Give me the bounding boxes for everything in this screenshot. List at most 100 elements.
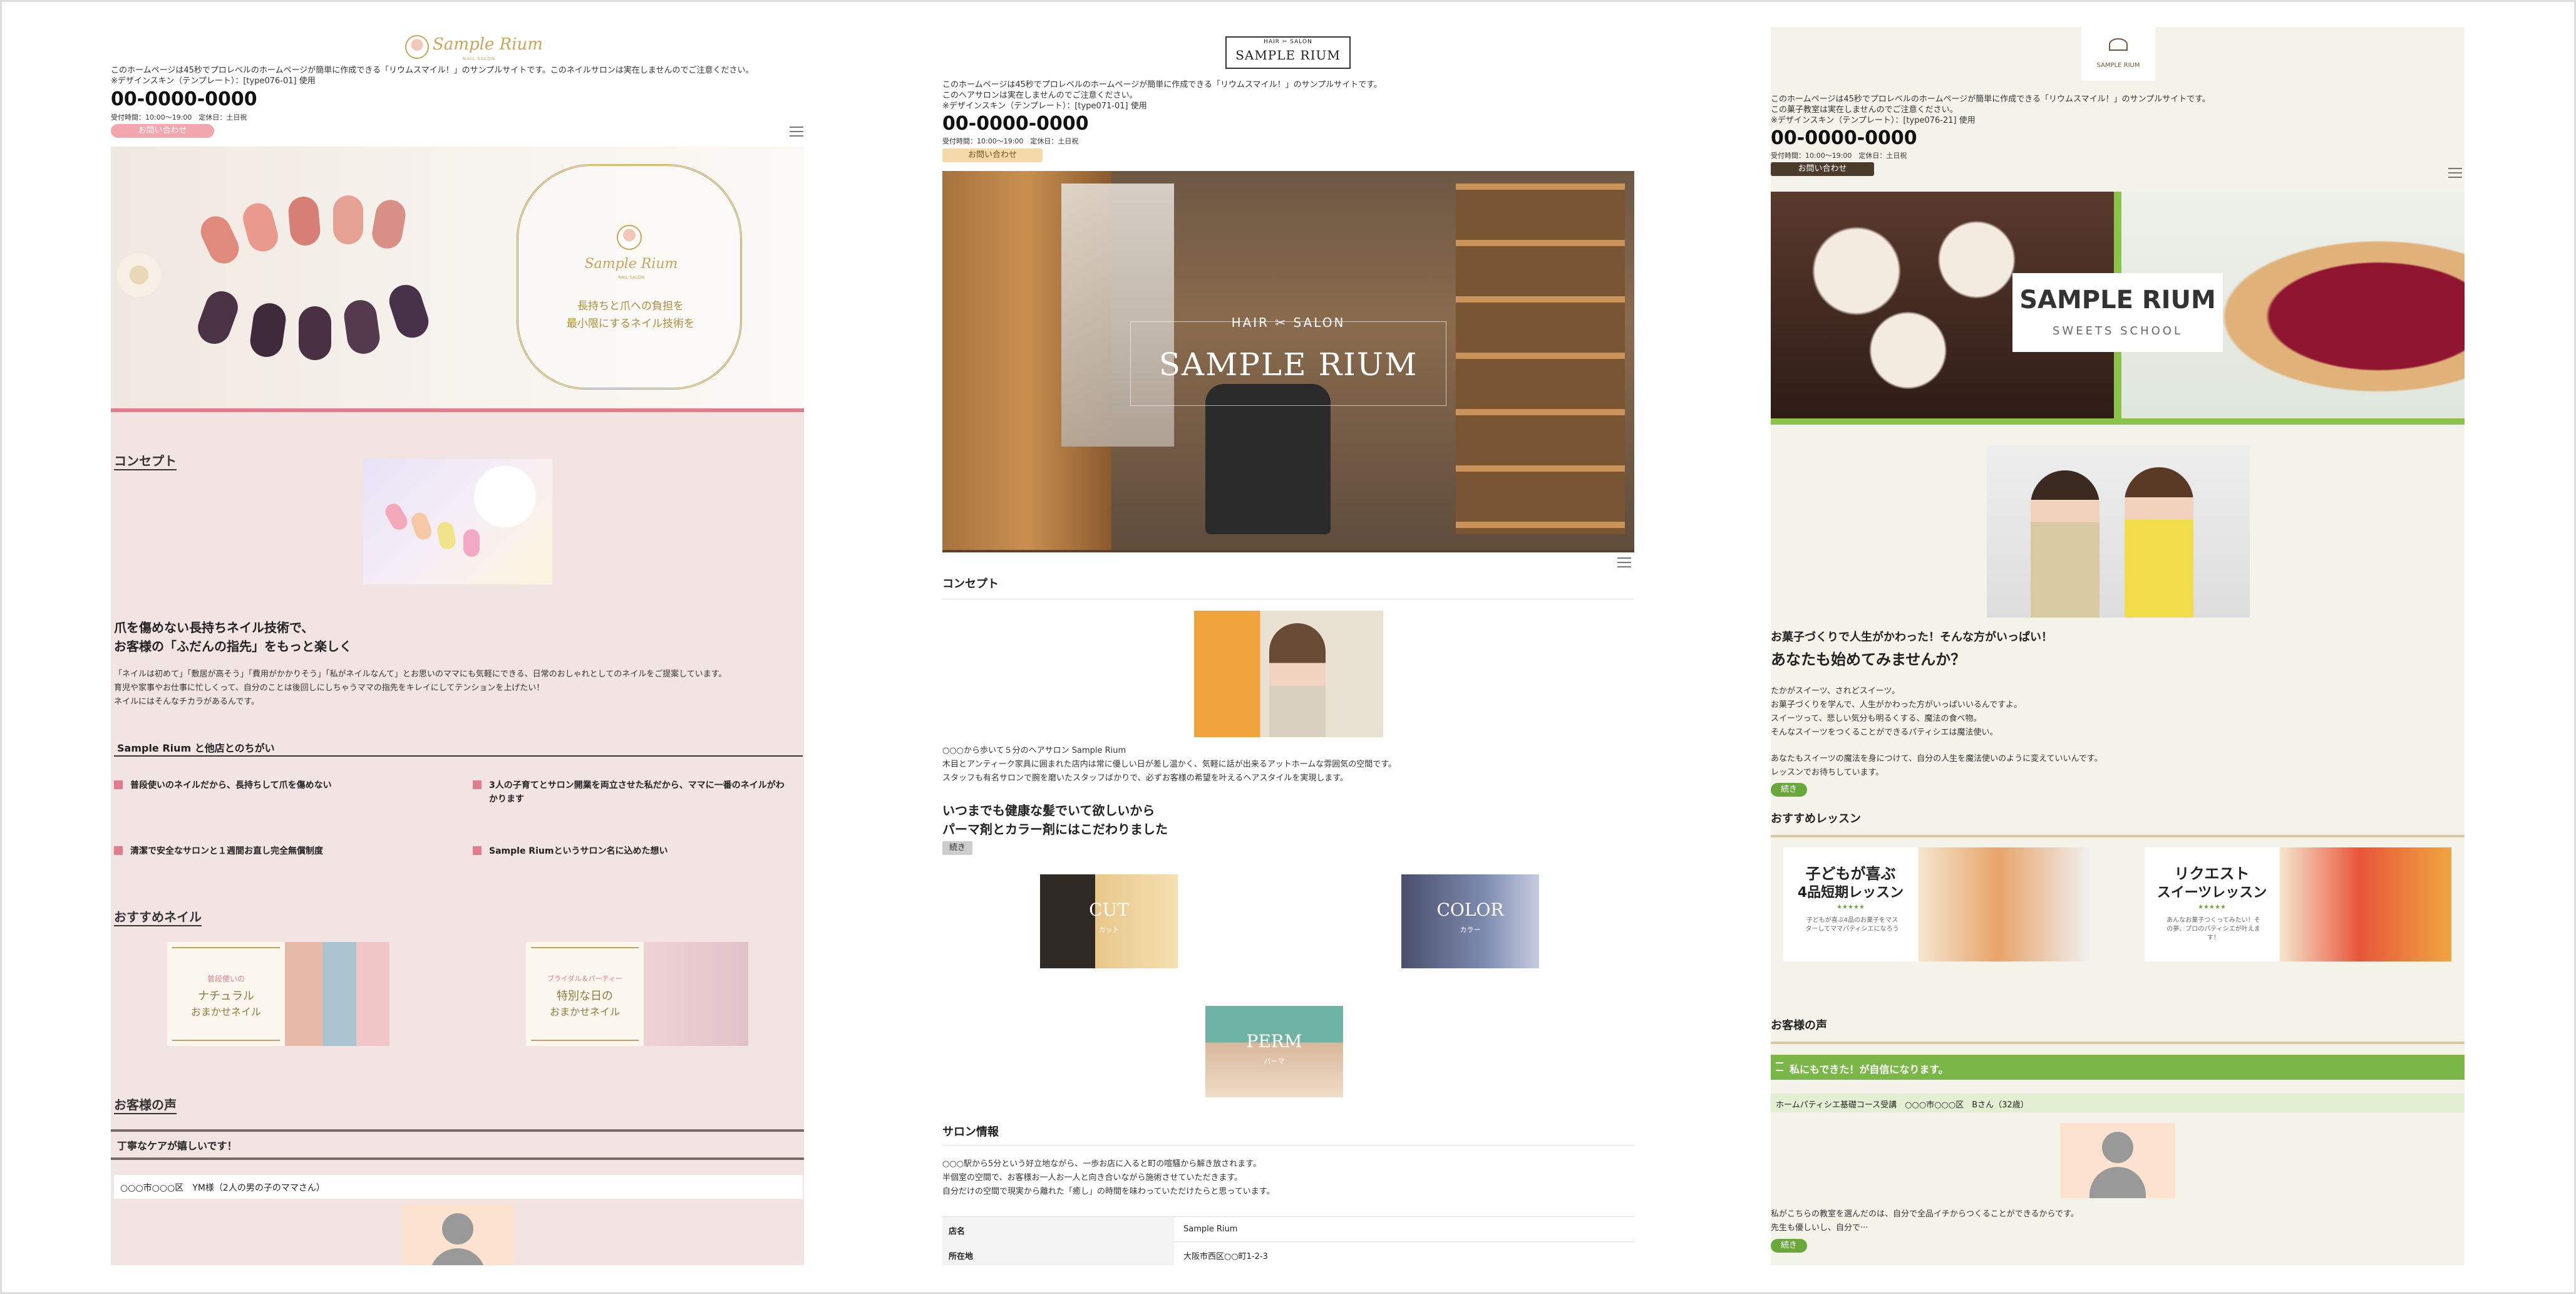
pink-bullet-icon: [473, 780, 482, 789]
table-key: 所在地: [949, 1252, 974, 1261]
shelf: [1456, 184, 1625, 534]
difference-underline: [114, 755, 803, 757]
voice-headline: 丁寧なケアが嬉しいです！: [117, 1140, 237, 1152]
recommend-heading: おすすめネイル: [114, 907, 202, 926]
intro-text-6: レッスンでお待ちしています。: [1771, 768, 1884, 777]
lesson-card-request[interactable]: リクエスト スイーツレッスン ★★★★★ あんなお菓子つくってみたい！その夢、プ…: [2145, 847, 2451, 961]
nail-tip: [248, 301, 288, 360]
voice-text-2: 先生も優しいし、自分で···: [1771, 1223, 1868, 1233]
intro-text-4: そんなスイーツをつくることができるパティシエは魔法使い。: [1771, 728, 1998, 737]
menu-card-subtitle: カラー: [1460, 926, 1481, 934]
card-label-3: おまかせネイル: [190, 1006, 261, 1018]
lesson-card-title-1: リクエスト: [2174, 865, 2250, 883]
hero-main-text: SAMPLE RIUM: [1158, 346, 1418, 383]
pink-bullet-icon: [473, 846, 482, 855]
menu-card-subtitle: パーマ: [1264, 1057, 1285, 1065]
concept-text-2: 木目とアンティーク家具に囲まれた店内は常に優しい日が差し温かく、気軽に話が出来る…: [942, 760, 1397, 769]
hero-bottom-border: [942, 550, 1634, 552]
salon-info-heading: サロン情報: [942, 1126, 999, 1139]
hero-copy-line1: 長持ちと爪への負担を: [577, 300, 684, 313]
nail-tip: [369, 197, 408, 251]
sweets-school-page: SAMPLE RIUM このホームページは45秒でプロレベルのホームページが簡単…: [1771, 27, 2465, 1265]
more-button[interactable]: 続き: [942, 841, 972, 855]
logo-text: SAMPLE RIUM: [2096, 62, 2140, 69]
hamburger-menu-icon[interactable]: [2448, 168, 2462, 178]
voice-headline-bar: 私にもできた！が自信になります。: [1771, 1055, 2465, 1080]
lesson-card-title-1: 子どもが喜ぶ: [1805, 865, 1896, 883]
concept-headline-2: お客様の「ふだんの指先」をもっと楽しく: [114, 639, 352, 654]
hero-logo-text: Sample Rium: [584, 256, 678, 272]
lesson-card-title-2: スイーツレッスン: [2156, 885, 2267, 901]
card-label-2: ナチュラル: [198, 990, 254, 1003]
lesson-rule: [1771, 835, 2465, 837]
hero-main-text: SAMPLE RIUM: [2019, 286, 2216, 314]
site-logo[interactable]: HAIR ✂ SALON SAMPLE RIUM: [1225, 36, 1351, 69]
business-hours: 受付時間：10:00〜19:00 定休日：土日祝: [942, 137, 1079, 145]
hero-image: Sample Rium NAIL SALON 長持ちと爪への負担を 最小限にする…: [111, 147, 804, 412]
voice-customer-info: ホームパティシエ基礎コース受講 ○○○市○○○区 Bさん（32歳）: [1776, 1100, 2029, 1110]
site-logo[interactable]: Sample Rium NAIL SALON: [405, 30, 543, 65]
menu-card-title: COLOR: [1436, 899, 1504, 920]
design-skin-note: ※デザインスキン（テンプレート）：[type076-01] 使用: [111, 76, 316, 86]
voice-rule-bottom: [111, 1157, 804, 1160]
rating-stars: ★★★★★: [1837, 904, 1865, 911]
hamburger-menu-icon[interactable]: [790, 127, 803, 137]
hero-bottom-bar: [1771, 418, 2465, 425]
voice-rule: [1771, 1042, 2465, 1044]
contact-button[interactable]: お問い合わせ: [1771, 162, 1874, 176]
salon-info-table: 店名 Sample Rium 所在地 大阪市西区○○町1-2-3: [942, 1216, 1634, 1265]
whisk-icon: [2109, 38, 2128, 51]
voice-heading: お客様の声: [1771, 1019, 1827, 1032]
hero-sub-text: SWEETS SCHOOL: [2052, 324, 2183, 338]
more-button[interactable]: 続き: [1771, 783, 1807, 797]
hero-image: SAMPLE RIUM SWEETS SCHOOL: [1771, 192, 2465, 425]
customer-avatar: [2060, 1123, 2175, 1198]
concept-text-1: 「ネイルは初めて」「敷居が高そう」「費用がかかりそう」「私がネイルなんて」とお思…: [114, 670, 727, 679]
menu-card-title: CUT: [1089, 899, 1129, 920]
lesson-card-kids[interactable]: 子どもが喜ぶ 4品短期レッスン ★★★★★ 子どもが喜ぶ4品のお菓子をマスターし…: [1783, 847, 2090, 961]
menu-card-cut[interactable]: CUT カット: [1040, 874, 1178, 968]
hamburger-menu-icon[interactable]: [1617, 557, 1631, 567]
teacher-figure: [2125, 467, 2193, 618]
nail-tip: [333, 195, 363, 244]
lead-text: お菓子づくりで人生がかわった！そんな方がいっぱい！: [1771, 631, 2053, 644]
card-label-1: 普段使いの: [207, 975, 245, 983]
difference-text: 3人の子育てとサロン開業を両立させた私だから、ママに一番のネイルがわ: [489, 780, 785, 790]
recommend-card-special[interactable]: ブライダル＆パーティー 特別な日の おまかせネイル: [526, 942, 748, 1046]
lesson-card-title-2: 4品短期レッスン: [1797, 885, 1904, 901]
salon-chair: [1205, 384, 1331, 534]
difference-text: Sample Riumというサロン名に込めた想い: [489, 846, 668, 856]
business-hours: 受付時間：10:00〜19:00 定休日：土日祝: [111, 113, 247, 122]
concept-headline-1: 爪を傷めない長持ちネイル技術で、: [114, 620, 314, 635]
table-row: 店名 Sample Rium: [942, 1217, 1634, 1242]
nail-tip: [409, 510, 434, 542]
hero-image: HAIR ✂ SALON SAMPLE RIUM: [942, 171, 1634, 552]
phone-number: 00-0000-0000: [942, 113, 1089, 135]
hero-copy-line2: 最小限にするネイル技術を: [566, 318, 695, 330]
recommend-card-natural[interactable]: 普段使いの ナチュラル おまかせネイル: [167, 942, 389, 1046]
contact-button[interactable]: お問い合わせ: [111, 124, 214, 138]
nail-tip: [193, 286, 243, 349]
table-row: 所在地 大阪市西区○○町1-2-3: [942, 1242, 1634, 1265]
voice-text-1: 私がこちらの教室を選んだのは、自分で全品イチからつくることができるからです。: [1771, 1209, 2079, 1219]
nail-tip: [287, 195, 322, 247]
difference-text-cont: かります: [489, 794, 524, 804]
voice-more-button[interactable]: 続き: [1771, 1239, 1807, 1253]
table-key-cell: [942, 1217, 1174, 1242]
site-logo[interactable]: SAMPLE RIUM: [2081, 27, 2155, 81]
lead-headline: あなたも始めてみませんか？: [1771, 651, 1966, 668]
intro-text-5: あなたもスイーツの魔法を身につけて、自分の人生を魔法使いのように変えていいんです…: [1771, 754, 2103, 763]
menu-card-color[interactable]: COLOR カラー: [1401, 874, 1539, 968]
lesson-card-desc: あんなお菓子つくってみたい！その夢、プロのパティシエが叶えます！: [2166, 917, 2260, 941]
lesson-heading: おすすめレッスン: [1771, 812, 1861, 826]
contact-button[interactable]: お問い合わせ: [942, 148, 1043, 162]
concept-text-1: ○○○から歩いて５分のヘアサロン Sample Rium: [942, 746, 1126, 755]
menu-card-subtitle: カット: [1098, 926, 1120, 934]
nail-tip: [299, 306, 331, 360]
menu-card-perm[interactable]: PERM パーマ: [1205, 1006, 1343, 1097]
flower-decoration: [117, 253, 161, 297]
avatar-head-icon: [442, 1213, 473, 1245]
voice-customer-name: ○○○市○○○区 YM様（2人の男の子のママさん）: [120, 1183, 325, 1193]
concept-headline-2: パーマ剤とカラー剤にはこだわりました: [942, 822, 1168, 837]
content-area: コンセプト 爪を傷めない長持ちネイル技術で、 お客様の「ふだんの指先」をもっと楽…: [111, 412, 804, 1265]
